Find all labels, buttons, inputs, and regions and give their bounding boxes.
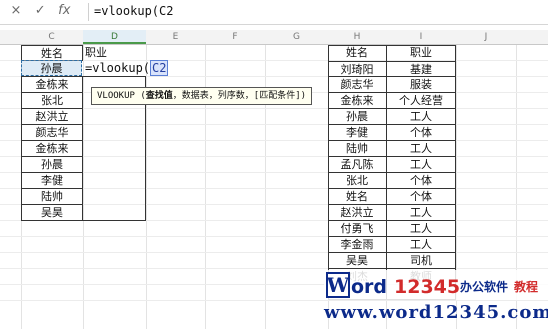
watermark-logo: W ord 12345 办公软件 教程 www.word12345.com — [324, 270, 548, 329]
tooltip-paren: ( — [134, 91, 146, 101]
table-row[interactable]: 陆帅 工人 — [328, 140, 456, 156]
table-cell-name: 付勇飞 — [340, 222, 374, 235]
column-header-c[interactable]: C — [21, 30, 82, 44]
formula-bar-separator — [88, 3, 89, 21]
table-cell-job: 工人 — [410, 238, 432, 251]
table-cell-name: 吴昊 — [346, 254, 368, 267]
table-row[interactable]: 张北 个体 — [328, 172, 456, 188]
table-cell-job: 个体 — [410, 126, 432, 139]
list-item[interactable]: 赵洪立 — [21, 108, 83, 125]
column-header-d[interactable]: D — [83, 30, 146, 44]
table-cell-name: 孙晨 — [346, 110, 368, 123]
table-cell-name: 李金雨 — [340, 238, 374, 251]
tooltip-function-name: VLOOKUP — [97, 91, 135, 101]
table-cell-job: 工人 — [410, 206, 432, 219]
table-header-job[interactable]: 职业 — [386, 45, 456, 60]
list-item[interactable]: 孙晨 — [21, 61, 82, 76]
fx-icon[interactable]: fx — [54, 3, 74, 18]
watermark-logo-graphic: W ord 12345 办公软件 教程 — [324, 270, 548, 300]
table-row[interactable]: 金栋来 个人经营 — [328, 92, 456, 108]
table-cell-job: 工人 — [410, 110, 432, 123]
function-tooltip: VLOOKUP (查找值，数据表，列序数，[匹配条件]) — [91, 87, 313, 105]
table-row[interactable]: 刘琦阳 基建 — [328, 61, 456, 77]
table-row[interactable]: 孙晨 工人 — [328, 108, 456, 124]
table-row[interactable]: 孟凡陈 工人 — [328, 156, 456, 172]
list-item[interactable]: 孙晨 — [21, 156, 83, 173]
column-header-g[interactable]: G — [265, 30, 328, 44]
tooltip-active-arg: 查找值 — [145, 91, 173, 101]
table-cell-job: 工人 — [410, 222, 432, 235]
gridline — [0, 236, 548, 237]
column-header-i[interactable]: I — [386, 30, 456, 44]
table-row[interactable]: 李健 个体 — [328, 124, 456, 140]
list-item[interactable]: 吴昊 — [21, 204, 83, 221]
column-header-j[interactable]: J — [456, 30, 516, 44]
list-item[interactable]: 金栋来 — [21, 76, 83, 93]
table-cell-name: 刘琦阳 — [340, 63, 374, 76]
column-header-row: C D E F G H I J — [0, 30, 548, 45]
table-cell-name: 颜志华 — [340, 78, 374, 91]
watermark-url: www.word12345.com — [324, 302, 548, 323]
table-cell-job: 工人 — [410, 158, 432, 171]
svg-text:ord: ord — [351, 276, 387, 298]
svg-text:教程: 教程 — [513, 279, 538, 294]
table-cell-job: 司机 — [410, 254, 432, 267]
table-cell-name: 孟凡陈 — [340, 158, 374, 171]
table-header-name[interactable]: 姓名 — [21, 45, 83, 61]
close-icon[interactable]: × — [6, 3, 26, 18]
list-item[interactable]: 张北 — [21, 92, 83, 109]
table-cell-job: 个人经营 — [399, 94, 443, 107]
table-cell-job: 个体 — [410, 190, 432, 203]
formula-bar-icons: × ✓ fx — [6, 3, 74, 18]
table-cell-job: 工人 — [410, 142, 432, 155]
table-row[interactable]: 颜志华 服装 — [328, 76, 456, 92]
column-header-f[interactable]: F — [205, 30, 265, 44]
table-cell-name: 陆帅 — [346, 142, 368, 155]
table-row[interactable]: 李金雨 工人 — [328, 236, 456, 252]
formula-input[interactable]: =vlookup(C2 — [94, 4, 173, 18]
list-item[interactable]: 颜志华 — [21, 124, 83, 141]
table-cell-name: 张北 — [346, 174, 368, 187]
table-cell-job: 服装 — [410, 78, 432, 91]
column-header-e[interactable]: E — [146, 30, 205, 44]
svg-text:办公软件: 办公软件 — [460, 279, 508, 294]
formula-bar: × ✓ fx =vlookup(C2 — [0, 0, 548, 25]
tooltip-args: ，数据表，列序数，[匹配条件]) — [172, 91, 307, 101]
table-cell-name: 金栋来 — [340, 94, 374, 107]
table-cell-job: 个体 — [410, 174, 432, 187]
column-header-h[interactable]: H — [328, 30, 386, 44]
svg-text:12345: 12345 — [394, 276, 460, 298]
gridline — [0, 268, 548, 269]
cell-reference: C2 — [150, 60, 169, 76]
table-row[interactable]: 付勇飞 工人 — [328, 220, 456, 236]
table-cell-name: 李健 — [346, 126, 368, 139]
formula-edit-cell[interactable]: =vlookup(C2 — [85, 60, 169, 76]
table-row[interactable]: 姓名 个体 — [328, 188, 456, 204]
table-row[interactable]: 赵洪立 工人 — [328, 204, 456, 220]
list-item[interactable]: 李健 — [21, 172, 83, 189]
svg-text:W: W — [326, 273, 350, 297]
check-icon[interactable]: ✓ — [30, 3, 50, 18]
table-header-name[interactable]: 姓名 — [328, 45, 386, 60]
table-cell-name: 赵洪立 — [340, 206, 374, 219]
formula-text: =vlookup( — [85, 61, 151, 75]
list-item[interactable]: 陆帅 — [21, 188, 83, 205]
column-d-header[interactable]: 职业 — [85, 45, 145, 60]
table-cell-job: 基建 — [410, 63, 432, 76]
table-row[interactable]: 吴昊 司机 — [328, 252, 456, 268]
table-cell-name: 姓名 — [346, 190, 368, 203]
gridline — [0, 252, 548, 253]
list-item[interactable]: 金栋来 — [21, 140, 83, 157]
